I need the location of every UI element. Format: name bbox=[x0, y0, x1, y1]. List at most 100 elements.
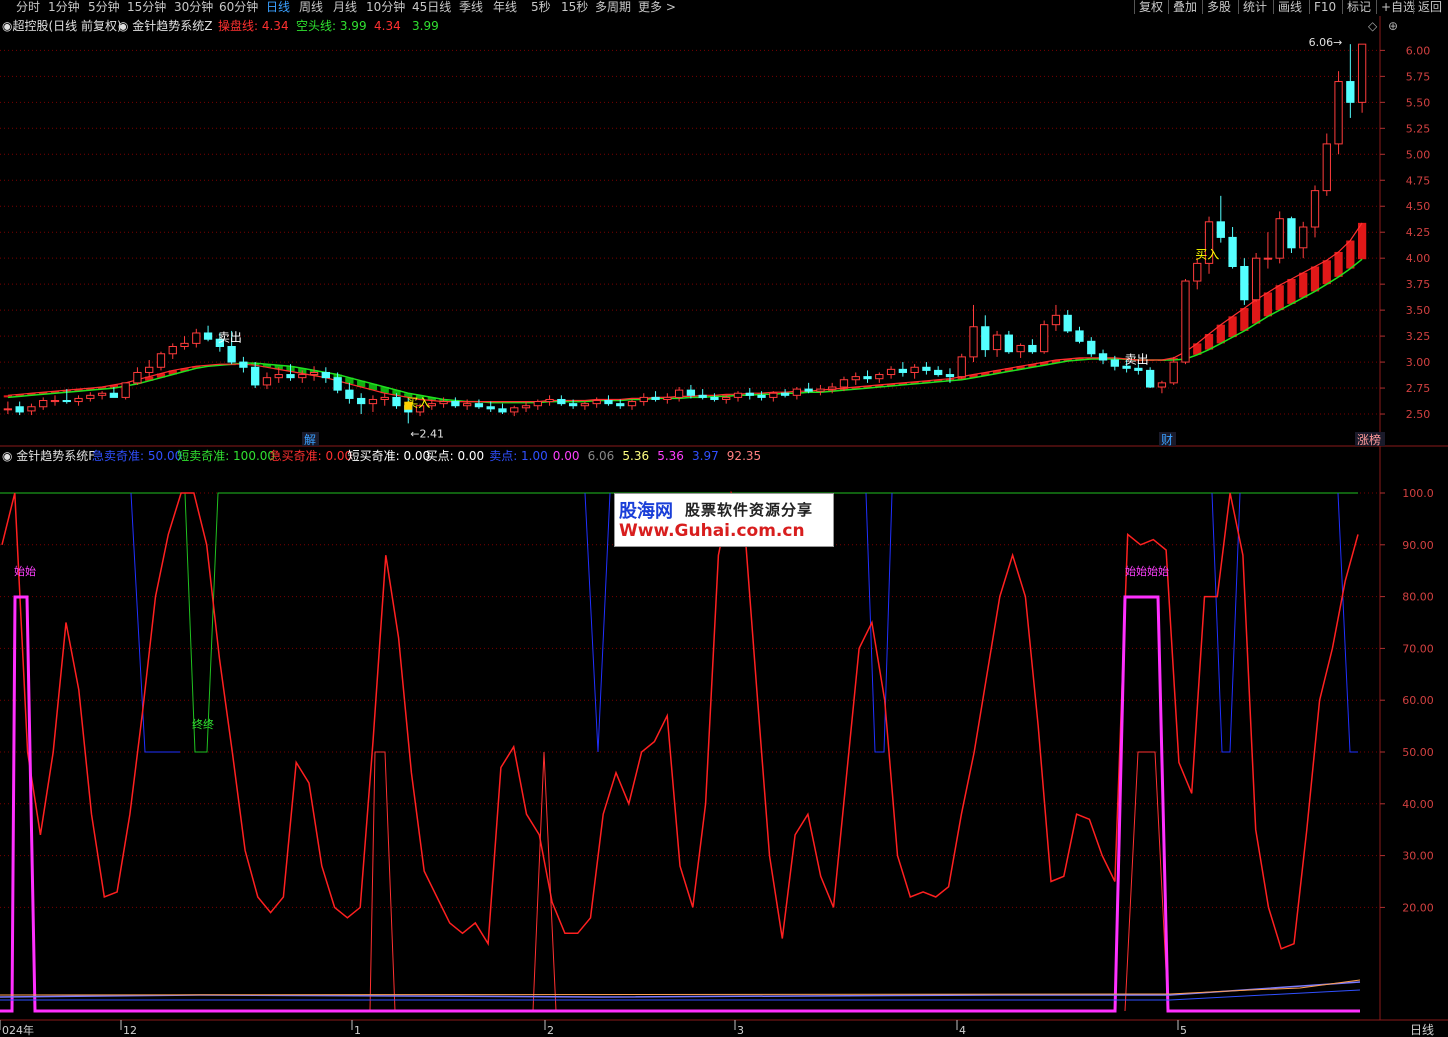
ma-ribbon-bar bbox=[1310, 266, 1320, 292]
price-tick-label: 4.50 bbox=[1406, 200, 1431, 213]
x-period-label: 日线 bbox=[1410, 1023, 1434, 1037]
sub-legend-item: 92.35 bbox=[727, 449, 761, 463]
sub-legend-item: 短卖奇准: 100.00 bbox=[177, 449, 275, 463]
candle-body bbox=[86, 394, 95, 399]
candle-body bbox=[133, 371, 142, 384]
candle-body bbox=[1157, 382, 1167, 388]
osc-tick-label: 80.00 bbox=[1402, 591, 1434, 604]
candle-body bbox=[39, 400, 48, 408]
candle-body bbox=[1169, 361, 1178, 384]
candle-body bbox=[50, 400, 60, 403]
price-tick-label: 3.75 bbox=[1406, 278, 1431, 291]
watermark-url: Www.Guhai.com.cn bbox=[619, 521, 805, 541]
candle-body bbox=[121, 382, 130, 398]
candle-body bbox=[168, 345, 177, 355]
price-tick-label: 4.25 bbox=[1406, 226, 1431, 239]
candle-body bbox=[1275, 218, 1284, 259]
candle-body bbox=[1016, 344, 1025, 353]
bear-line bbox=[7, 258, 1363, 404]
stock-title: ◉超控股(日线 前复权) bbox=[2, 18, 122, 33]
x-tick-label: 4 bbox=[959, 1024, 966, 1037]
candle-body bbox=[922, 366, 931, 371]
candle-body bbox=[804, 388, 813, 392]
urgent-sell-line bbox=[130, 492, 180, 753]
panel-add-icon: ⊕ bbox=[1388, 19, 1398, 33]
price-tick-label: 5.75 bbox=[1406, 70, 1431, 83]
candle-body bbox=[722, 396, 731, 400]
sub-legend-item: 5.36 bbox=[657, 449, 684, 463]
candle-body bbox=[627, 401, 637, 407]
candle-body bbox=[203, 332, 213, 340]
candle-body bbox=[1098, 353, 1108, 361]
candle-body bbox=[651, 396, 660, 400]
candle-body bbox=[639, 396, 648, 403]
candle-body bbox=[392, 396, 401, 407]
candle-body bbox=[286, 374, 295, 379]
osc-tick-label: 70.00 bbox=[1402, 642, 1434, 655]
candle-body bbox=[439, 401, 448, 405]
osc-signal-label: 始始始始 bbox=[1125, 564, 1169, 578]
candle-body bbox=[1122, 365, 1131, 369]
candle-body bbox=[251, 366, 260, 386]
candle-body bbox=[1299, 226, 1308, 249]
candle-body bbox=[1346, 81, 1355, 103]
sub-legend-item: 5.36 bbox=[622, 449, 649, 463]
candle-body bbox=[957, 356, 966, 378]
candle-body bbox=[839, 379, 849, 388]
ma-ribbon-bar bbox=[1287, 278, 1296, 304]
candle-body bbox=[580, 403, 590, 407]
candle-body bbox=[180, 342, 189, 347]
candle-body bbox=[1004, 334, 1013, 353]
buy-marker bbox=[404, 401, 413, 410]
ma-ribbon-bar bbox=[1346, 240, 1355, 269]
candle-body bbox=[1240, 265, 1249, 301]
event-tag: 涨榜 bbox=[1357, 432, 1381, 447]
x-tick-label: 2 bbox=[547, 1024, 554, 1037]
candle-body bbox=[1251, 257, 1261, 301]
high-price-label: 6.06→ bbox=[1309, 36, 1343, 49]
candle-body bbox=[262, 377, 272, 386]
candle-body bbox=[1028, 344, 1037, 353]
sub-indicator-name: ◉ 金针趋势系统F bbox=[2, 448, 95, 463]
sub-legend-item: 短买奇准: 0.00 bbox=[348, 449, 431, 463]
osc-tick-label: 40.00 bbox=[1402, 798, 1434, 811]
candle-body bbox=[451, 401, 460, 407]
candle-body bbox=[380, 396, 389, 400]
candle-body bbox=[769, 392, 778, 398]
urgent-buy-line bbox=[369, 751, 396, 1012]
main-indicator-name: ◉ 金针趋势系统Z bbox=[118, 18, 213, 33]
candle-body bbox=[1087, 340, 1096, 355]
sub-legend-item: 6.06 bbox=[588, 449, 615, 463]
candle-body bbox=[109, 392, 119, 398]
candle-body bbox=[592, 400, 601, 405]
price-tick-label: 4.75 bbox=[1406, 174, 1431, 187]
candle-body bbox=[62, 400, 71, 403]
candle-body bbox=[992, 334, 1002, 351]
watermark-slogan: 股票软件资源分享 bbox=[685, 501, 814, 519]
candle-body bbox=[710, 396, 719, 400]
main-legend-item: 空头线: 3.99 bbox=[296, 19, 367, 33]
ma-ribbon-bar bbox=[1275, 285, 1284, 311]
candle-body bbox=[27, 406, 36, 412]
ma-ribbon-bar bbox=[1357, 222, 1367, 260]
candle-body bbox=[357, 397, 366, 405]
candle-body bbox=[521, 405, 531, 409]
candle-body bbox=[486, 406, 495, 410]
price-tick-label: 3.50 bbox=[1406, 304, 1431, 317]
signal-label: 买入 bbox=[1195, 247, 1219, 261]
candle-body bbox=[686, 389, 696, 396]
candle-body bbox=[898, 368, 908, 373]
candle-body bbox=[1193, 262, 1202, 282]
candle-body bbox=[568, 403, 578, 407]
candle-body bbox=[792, 388, 802, 396]
price-tick-label: 2.75 bbox=[1406, 382, 1431, 395]
watermark: 股海网 股票软件资源分享 Www.Guhai.com.cn bbox=[614, 493, 834, 547]
x-tick-label: 12 bbox=[123, 1024, 137, 1037]
candle-body bbox=[1075, 330, 1084, 342]
candle-body bbox=[298, 374, 307, 379]
candle-body bbox=[1263, 257, 1273, 260]
candle-body bbox=[1287, 218, 1296, 249]
ma-ribbon-bar bbox=[1263, 292, 1273, 317]
osc-signal-label: 终终 bbox=[192, 717, 214, 731]
candle-body bbox=[15, 406, 24, 413]
